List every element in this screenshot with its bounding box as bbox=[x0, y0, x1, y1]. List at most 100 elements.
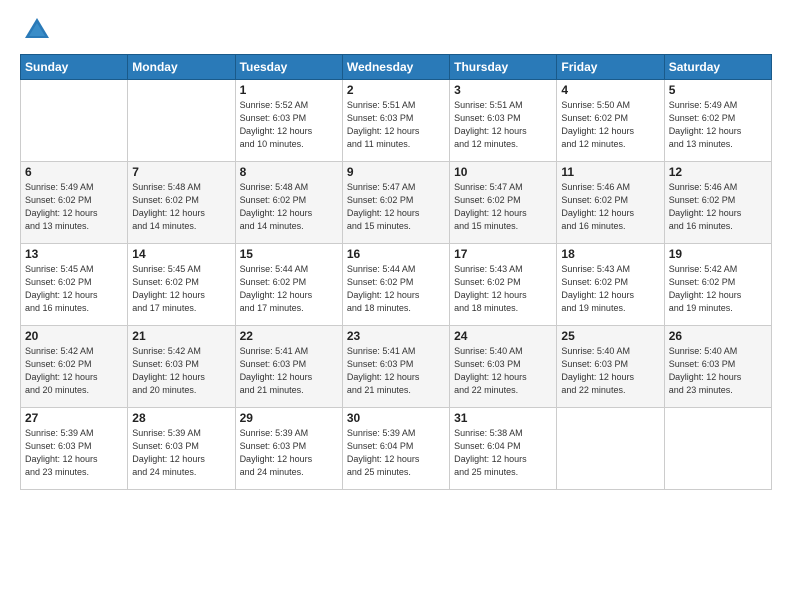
day-number: 20 bbox=[25, 329, 123, 343]
calendar-week-row: 27 Sunrise: 5:39 AM Sunset: 6:03 PM Dayli… bbox=[21, 408, 772, 490]
calendar-header-saturday: Saturday bbox=[664, 55, 771, 80]
calendar-day-cell: 7 Sunrise: 5:48 AM Sunset: 6:02 PM Daylig… bbox=[128, 162, 235, 244]
calendar-day-cell: 6 Sunrise: 5:49 AM Sunset: 6:02 PM Daylig… bbox=[21, 162, 128, 244]
day-number: 22 bbox=[240, 329, 338, 343]
calendar-day-cell: 18Sunrise: 5:43 AM Sunset: 6:02 PM Dayli… bbox=[557, 244, 664, 326]
calendar-day-cell: 20 Sunrise: 5:42 AM Sunset: 6:02 PM Dayli… bbox=[21, 326, 128, 408]
day-number: 8 bbox=[240, 165, 338, 179]
calendar-week-row: 1 Sunrise: 5:52 AM Sunset: 6:03 PM Daylig… bbox=[21, 80, 772, 162]
day-number: 5 bbox=[669, 83, 767, 97]
day-info: Sunrise: 5:52 AM Sunset: 6:03 PM Dayligh… bbox=[240, 99, 338, 151]
day-info: Sunrise: 5:51 AM Sunset: 6:03 PM Dayligh… bbox=[347, 99, 445, 151]
day-number: 31 bbox=[454, 411, 552, 425]
logo-icon bbox=[23, 16, 51, 44]
day-info: Sunrise: 5:40 AM Sunset: 6:03 PM Dayligh… bbox=[454, 345, 552, 397]
calendar-day-cell: 1 Sunrise: 5:52 AM Sunset: 6:03 PM Daylig… bbox=[235, 80, 342, 162]
day-info: Sunrise: 5:41 AM Sunset: 6:03 PM Dayligh… bbox=[347, 345, 445, 397]
calendar-day-cell: 8 Sunrise: 5:48 AM Sunset: 6:02 PM Daylig… bbox=[235, 162, 342, 244]
day-number: 24 bbox=[454, 329, 552, 343]
day-info: Sunrise: 5:44 AM Sunset: 6:02 PM Dayligh… bbox=[347, 263, 445, 315]
day-info: Sunrise: 5:40 AM Sunset: 6:03 PM Dayligh… bbox=[561, 345, 659, 397]
day-number: 27 bbox=[25, 411, 123, 425]
day-info: Sunrise: 5:46 AM Sunset: 6:02 PM Dayligh… bbox=[561, 181, 659, 233]
day-info: Sunrise: 5:38 AM Sunset: 6:04 PM Dayligh… bbox=[454, 427, 552, 479]
calendar-day-cell: 31 Sunrise: 5:38 AM Sunset: 6:04 PM Dayli… bbox=[450, 408, 557, 490]
day-number: 28 bbox=[132, 411, 230, 425]
day-info: Sunrise: 5:40 AM Sunset: 6:03 PM Dayligh… bbox=[669, 345, 767, 397]
day-number: 17 bbox=[454, 247, 552, 261]
logo bbox=[20, 16, 51, 44]
day-number: 18 bbox=[561, 247, 659, 261]
calendar-header-tuesday: Tuesday bbox=[235, 55, 342, 80]
calendar-day-cell: 3 Sunrise: 5:51 AM Sunset: 6:03 PM Daylig… bbox=[450, 80, 557, 162]
day-info: Sunrise: 5:46 AM Sunset: 6:02 PM Dayligh… bbox=[669, 181, 767, 233]
day-info: Sunrise: 5:50 AM Sunset: 6:02 PM Dayligh… bbox=[561, 99, 659, 151]
day-number: 6 bbox=[25, 165, 123, 179]
calendar-day-cell: 4 Sunrise: 5:50 AM Sunset: 6:02 PM Daylig… bbox=[557, 80, 664, 162]
day-number: 4 bbox=[561, 83, 659, 97]
day-number: 13 bbox=[25, 247, 123, 261]
day-number: 16 bbox=[347, 247, 445, 261]
day-number: 10 bbox=[454, 165, 552, 179]
calendar-day-cell: 17 Sunrise: 5:43 AM Sunset: 6:02 PM Dayli… bbox=[450, 244, 557, 326]
calendar-header-sunday: Sunday bbox=[21, 55, 128, 80]
calendar-header-row: SundayMondayTuesdayWednesdayThursdayFrid… bbox=[21, 55, 772, 80]
day-info: Sunrise: 5:51 AM Sunset: 6:03 PM Dayligh… bbox=[454, 99, 552, 151]
day-info: Sunrise: 5:48 AM Sunset: 6:02 PM Dayligh… bbox=[240, 181, 338, 233]
calendar-day-cell bbox=[128, 80, 235, 162]
day-info: Sunrise: 5:39 AM Sunset: 6:03 PM Dayligh… bbox=[240, 427, 338, 479]
calendar-day-cell: 14 Sunrise: 5:45 AM Sunset: 6:02 PM Dayli… bbox=[128, 244, 235, 326]
day-number: 15 bbox=[240, 247, 338, 261]
calendar-day-cell: 23Sunrise: 5:41 AM Sunset: 6:03 PM Dayli… bbox=[342, 326, 449, 408]
calendar-week-row: 13 Sunrise: 5:45 AM Sunset: 6:02 PM Dayli… bbox=[21, 244, 772, 326]
calendar-header-wednesday: Wednesday bbox=[342, 55, 449, 80]
day-info: Sunrise: 5:49 AM Sunset: 6:02 PM Dayligh… bbox=[669, 99, 767, 151]
day-info: Sunrise: 5:42 AM Sunset: 6:02 PM Dayligh… bbox=[25, 345, 123, 397]
day-info: Sunrise: 5:49 AM Sunset: 6:02 PM Dayligh… bbox=[25, 181, 123, 233]
calendar-day-cell: 16 Sunrise: 5:44 AM Sunset: 6:02 PM Dayli… bbox=[342, 244, 449, 326]
page: SundayMondayTuesdayWednesdayThursdayFrid… bbox=[0, 0, 792, 612]
calendar-day-cell: 29 Sunrise: 5:39 AM Sunset: 6:03 PM Dayli… bbox=[235, 408, 342, 490]
day-info: Sunrise: 5:43 AM Sunset: 6:02 PM Dayligh… bbox=[454, 263, 552, 315]
day-info: Sunrise: 5:47 AM Sunset: 6:02 PM Dayligh… bbox=[347, 181, 445, 233]
day-number: 19 bbox=[669, 247, 767, 261]
day-number: 12 bbox=[669, 165, 767, 179]
calendar-day-cell bbox=[664, 408, 771, 490]
day-info: Sunrise: 5:48 AM Sunset: 6:02 PM Dayligh… bbox=[132, 181, 230, 233]
day-info: Sunrise: 5:39 AM Sunset: 6:03 PM Dayligh… bbox=[132, 427, 230, 479]
day-info: Sunrise: 5:45 AM Sunset: 6:02 PM Dayligh… bbox=[132, 263, 230, 315]
calendar-day-cell: 2 Sunrise: 5:51 AM Sunset: 6:03 PM Daylig… bbox=[342, 80, 449, 162]
day-number: 26 bbox=[669, 329, 767, 343]
calendar-day-cell: 19Sunrise: 5:42 AM Sunset: 6:02 PM Dayli… bbox=[664, 244, 771, 326]
calendar-day-cell: 11 Sunrise: 5:46 AM Sunset: 6:02 PM Dayli… bbox=[557, 162, 664, 244]
day-number: 1 bbox=[240, 83, 338, 97]
day-number: 9 bbox=[347, 165, 445, 179]
calendar-day-cell: 10 Sunrise: 5:47 AM Sunset: 6:02 PM Dayli… bbox=[450, 162, 557, 244]
calendar-day-cell: 9 Sunrise: 5:47 AM Sunset: 6:02 PM Daylig… bbox=[342, 162, 449, 244]
calendar-day-cell: 27 Sunrise: 5:39 AM Sunset: 6:03 PM Dayli… bbox=[21, 408, 128, 490]
day-number: 14 bbox=[132, 247, 230, 261]
day-number: 25 bbox=[561, 329, 659, 343]
calendar-header-thursday: Thursday bbox=[450, 55, 557, 80]
day-number: 7 bbox=[132, 165, 230, 179]
day-info: Sunrise: 5:44 AM Sunset: 6:02 PM Dayligh… bbox=[240, 263, 338, 315]
day-number: 29 bbox=[240, 411, 338, 425]
calendar-table: SundayMondayTuesdayWednesdayThursdayFrid… bbox=[20, 54, 772, 490]
day-number: 11 bbox=[561, 165, 659, 179]
calendar-header-monday: Monday bbox=[128, 55, 235, 80]
day-number: 3 bbox=[454, 83, 552, 97]
calendar-day-cell: 22 Sunrise: 5:41 AM Sunset: 6:03 PM Dayli… bbox=[235, 326, 342, 408]
calendar-day-cell: 21 Sunrise: 5:42 AM Sunset: 6:03 PM Dayli… bbox=[128, 326, 235, 408]
calendar-day-cell bbox=[557, 408, 664, 490]
day-number: 2 bbox=[347, 83, 445, 97]
calendar-header-friday: Friday bbox=[557, 55, 664, 80]
calendar-day-cell bbox=[21, 80, 128, 162]
calendar-day-cell: 12 Sunrise: 5:46 AM Sunset: 6:02 PM Dayli… bbox=[664, 162, 771, 244]
day-info: Sunrise: 5:41 AM Sunset: 6:03 PM Dayligh… bbox=[240, 345, 338, 397]
day-info: Sunrise: 5:39 AM Sunset: 6:04 PM Dayligh… bbox=[347, 427, 445, 479]
day-info: Sunrise: 5:42 AM Sunset: 6:03 PM Dayligh… bbox=[132, 345, 230, 397]
day-number: 21 bbox=[132, 329, 230, 343]
day-info: Sunrise: 5:47 AM Sunset: 6:02 PM Dayligh… bbox=[454, 181, 552, 233]
day-info: Sunrise: 5:39 AM Sunset: 6:03 PM Dayligh… bbox=[25, 427, 123, 479]
day-info: Sunrise: 5:45 AM Sunset: 6:02 PM Dayligh… bbox=[25, 263, 123, 315]
